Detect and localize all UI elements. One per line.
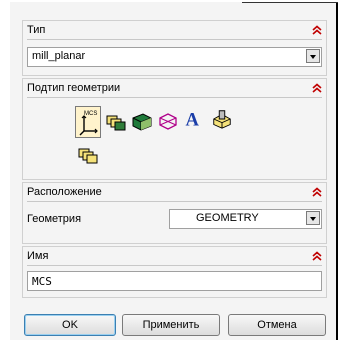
- name-section-title: Имя: [27, 250, 49, 262]
- name-input-value: MCS: [32, 275, 52, 288]
- mill-bnd-subtype-button[interactable]: [77, 145, 99, 167]
- svg-text:MCS: MCS: [84, 111, 97, 117]
- type-section-title: Тип: [27, 24, 46, 36]
- location-section-title: Расположение: [27, 186, 102, 198]
- location-section-header[interactable]: Расположение: [23, 183, 326, 201]
- section-divider: [27, 97, 322, 98]
- section-divider: [27, 265, 322, 266]
- geometry-label: Геометрия: [27, 213, 82, 225]
- geometry-subtype-title: Подтип геометрии: [27, 82, 121, 94]
- mill-text-subtype-button[interactable]: A: [183, 107, 209, 133]
- collapse-chevron-icon[interactable]: [312, 187, 322, 197]
- name-input[interactable]: MCS: [27, 271, 322, 291]
- chevron-down-icon[interactable]: [306, 211, 320, 225]
- geometry-subtype-header[interactable]: Подтип геометрии: [23, 79, 326, 97]
- mill-area-icon: [132, 113, 152, 131]
- workpiece-subtype-button[interactable]: [105, 110, 127, 132]
- apply-button[interactable]: Применить: [122, 314, 220, 336]
- section-divider: [27, 39, 322, 40]
- geometry-select-value: GEOMETRY: [196, 212, 259, 224]
- mill-boundary-subtype-button[interactable]: [157, 110, 179, 132]
- name-section: Имя MCS: [22, 246, 327, 298]
- type-section: Тип mill_planar: [22, 20, 327, 76]
- geometry-select[interactable]: GEOMETRY: [169, 209, 322, 229]
- type-section-header[interactable]: Тип: [23, 21, 326, 39]
- mill-geom-icon: [213, 110, 231, 129]
- workpiece-icon: [106, 115, 126, 131]
- type-select-value: mill_planar: [32, 50, 86, 62]
- geometry-subtype-section: Подтип геометрии MCS A: [22, 78, 327, 180]
- mill-boundary-icon: [159, 113, 177, 130]
- location-section: Расположение Геометрия GEOMETRY: [22, 182, 327, 244]
- top-edge-line: [242, 2, 338, 3]
- mill-text-icon: A: [186, 110, 200, 129]
- cancel-button[interactable]: Отмена: [228, 314, 326, 336]
- type-select[interactable]: mill_planar: [27, 47, 322, 67]
- chevron-down-icon[interactable]: [306, 49, 320, 63]
- mcs-subtype-button[interactable]: MCS: [75, 106, 101, 138]
- mill-geom-subtype-button[interactable]: [211, 108, 235, 132]
- ok-button[interactable]: OK: [24, 314, 116, 336]
- collapse-chevron-icon[interactable]: [312, 251, 322, 261]
- mill-bnd-icon: [78, 148, 98, 164]
- create-geometry-dialog: Тип mill_planar Подтип геометрии MCS A Р…: [10, 2, 338, 340]
- mcs-icon: MCS: [79, 111, 98, 136]
- section-divider: [27, 201, 322, 202]
- name-section-header[interactable]: Имя: [23, 247, 326, 265]
- collapse-chevron-icon[interactable]: [312, 83, 322, 93]
- svg-text:A: A: [186, 110, 200, 129]
- mill-area-subtype-button[interactable]: [131, 110, 153, 132]
- collapse-chevron-icon[interactable]: [312, 25, 322, 35]
